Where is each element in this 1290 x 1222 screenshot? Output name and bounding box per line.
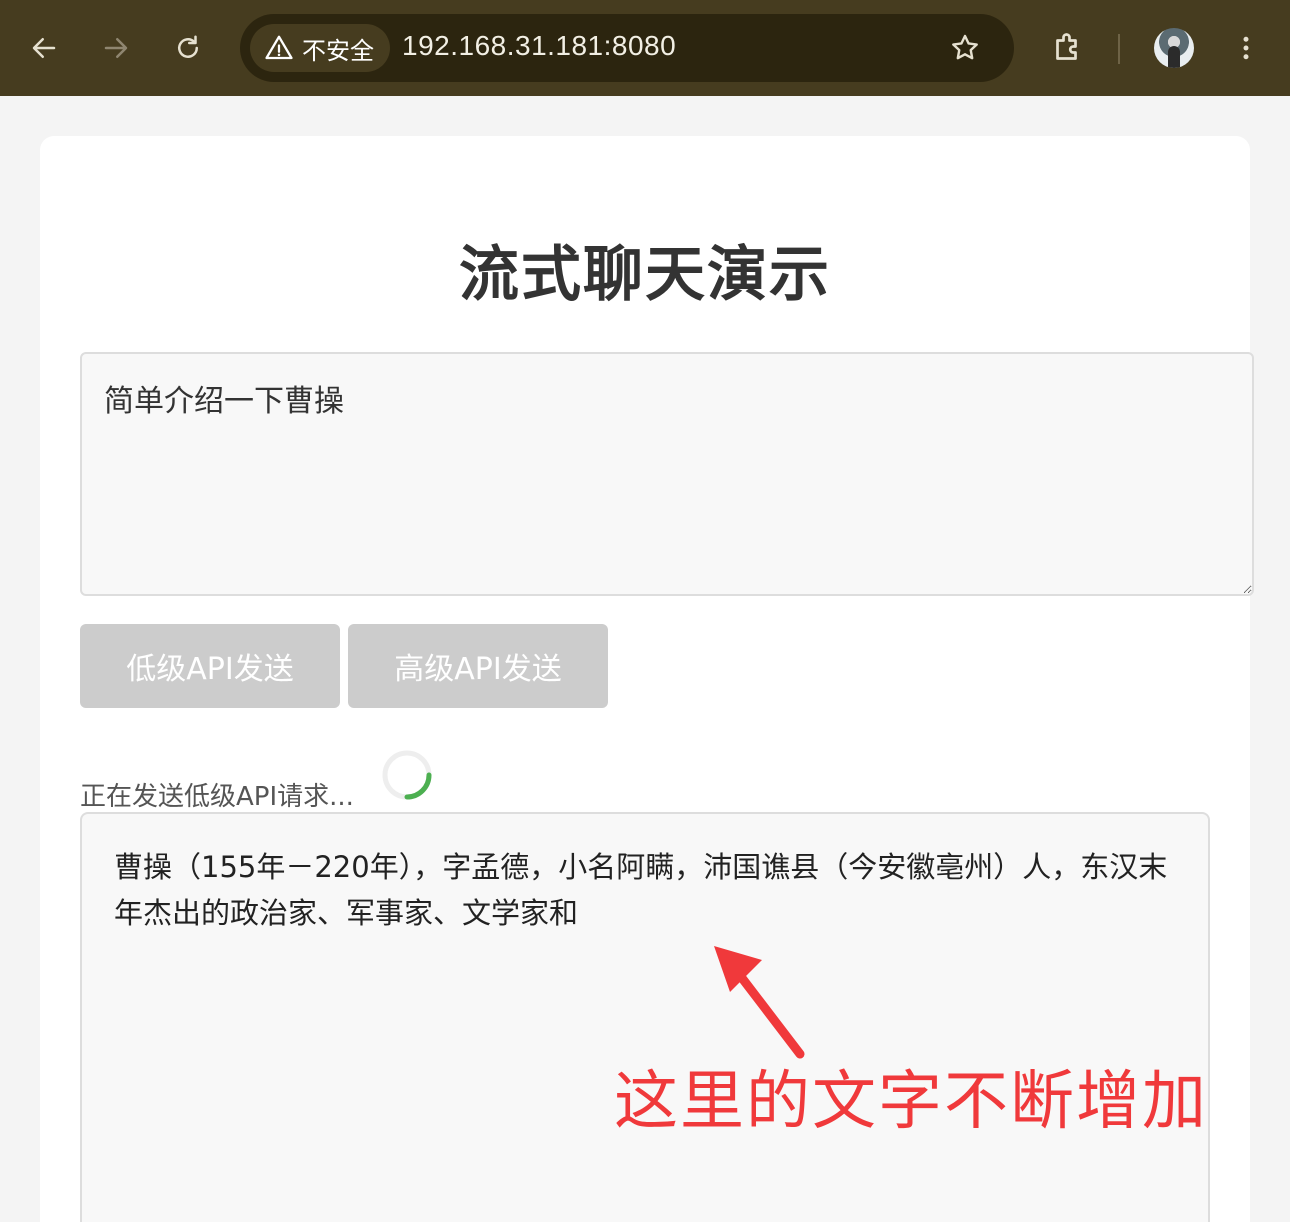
loading-spinner-icon [382, 750, 432, 800]
response-output: 曹操（155年－220年），字孟德，小名阿瞒，沛国谯县（今安徽亳州）人，东汉末年… [80, 812, 1210, 1222]
extensions-puzzle-icon[interactable] [1046, 26, 1090, 70]
status-text: 正在发送低级API请求... [80, 782, 354, 812]
annotation-text: 这里的文字不断增加 [614, 1065, 1208, 1139]
security-label: 不安全 [302, 36, 374, 65]
back-arrow-icon[interactable] [20, 22, 68, 74]
kebab-menu-icon[interactable] [1226, 26, 1266, 70]
forward-arrow-icon[interactable] [92, 22, 140, 74]
reload-icon[interactable] [164, 22, 212, 74]
annotation-arrow-icon [714, 946, 805, 1059]
url-text[interactable]: 192.168.31.181:8080 [402, 30, 676, 62]
security-chip[interactable]: 不安全 [250, 24, 390, 72]
browser-toolbar: 不安全 192.168.31.181:8080 [0, 0, 1290, 96]
address-bar[interactable]: 不安全 192.168.31.181:8080 [240, 14, 1014, 82]
low-api-send-button[interactable]: 低级API发送 [80, 624, 340, 708]
prompt-input[interactable] [80, 352, 1254, 596]
toolbar-divider [1118, 34, 1120, 64]
high-api-send-button[interactable]: 高级API发送 [348, 624, 608, 708]
warning-triangle-icon [265, 35, 293, 60]
star-icon[interactable] [946, 29, 984, 67]
profile-avatar[interactable] [1154, 28, 1194, 68]
page-title: 流式聊天演示 [459, 240, 831, 310]
